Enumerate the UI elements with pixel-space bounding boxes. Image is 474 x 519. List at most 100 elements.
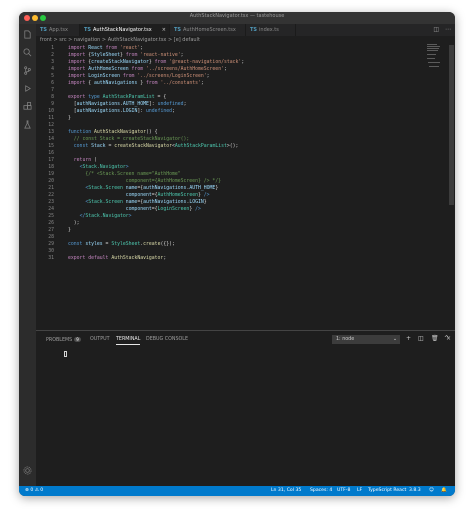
close-panel-icon[interactable]: × (446, 335, 451, 342)
line-number: 17 (48, 158, 54, 163)
typescript-icon: TS (250, 27, 258, 33)
cursor-position[interactable]: Ln 31, Col 35 (271, 486, 301, 496)
search-icon[interactable] (23, 48, 32, 57)
line-number: 25 (48, 214, 54, 219)
terminal-cursor (64, 351, 67, 357)
code-line[interactable]: import React from 'react'; (68, 45, 143, 52)
title-bar: AuthStackNavigator.tsx — tastehouse (19, 12, 455, 24)
code-line[interactable]: export default AuthStackNavigator; (68, 255, 166, 262)
code-line[interactable]: component={AuthHomeScreen} /> */} (68, 178, 221, 185)
kill-terminal-icon[interactable]: 🗑 (431, 335, 439, 342)
minimap[interactable] (427, 42, 443, 72)
code-editor[interactable]: 1 import React from 'react'; 2 import {Sty… (36, 45, 431, 325)
language-mode[interactable]: TypeScript React (368, 486, 406, 496)
line-number: 4 (51, 67, 54, 72)
feedback-icon[interactable]: ☺ (429, 486, 434, 496)
tab-label: AuthHomeScreen.tsx (183, 27, 236, 33)
code-line[interactable]: component={AuthHomeScreen} /> (68, 192, 210, 199)
activity-bar (19, 24, 36, 486)
code-line[interactable]: const styles = StyleSheet.create({}); (68, 241, 175, 248)
tab-terminal[interactable]: TERMINAL (116, 337, 141, 345)
problems-count-badge: 9 (74, 337, 81, 342)
settings-gear-icon[interactable] (23, 466, 32, 475)
tab-problems[interactable]: PROBLEMS 9 (46, 337, 81, 343)
editor-actions: ◫ ⋯ (433, 24, 451, 36)
editor-tabs: TS App.tsx TS AuthStackNavigator.tsx × TS A… (36, 24, 455, 36)
indentation[interactable]: Spaces: 4 (310, 486, 332, 496)
breadcrumb[interactable]: front > src > navigation > AuthStackNavi… (36, 36, 455, 44)
code-line[interactable]: <Stack.Navigator> (68, 164, 129, 171)
line-number: 6 (51, 81, 54, 86)
line-number: 18 (48, 165, 54, 170)
code-line[interactable]: function AuthStackNavigator() { (68, 129, 158, 136)
close-tab-icon[interactable]: × (162, 24, 166, 36)
code-line[interactable]: import {createStackNavigator} from '@rea… (68, 59, 244, 66)
line-number: 20 (48, 179, 54, 184)
code-line[interactable]: {/* <Stack.Screen name="AuthHome" (68, 171, 180, 178)
warning-count: 0 (40, 488, 44, 493)
extensions-icon[interactable] (23, 102, 32, 111)
line-number: 24 (48, 207, 54, 212)
line-number: 11 (48, 116, 54, 121)
line-number: 10 (48, 109, 54, 114)
line-number: 23 (48, 200, 54, 205)
code-line[interactable]: import AuthHomeScreen from '../screens/A… (68, 66, 227, 73)
more-actions-icon[interactable]: ⋯ (445, 26, 451, 33)
tab-authstacknavigator-tsx[interactable]: TS AuthStackNavigator.tsx × (80, 24, 170, 36)
tab-debug-console[interactable]: DEBUG CONSOLE (146, 337, 188, 342)
line-number: 3 (51, 60, 54, 65)
code-line[interactable]: const Stack = createStackNavigator<AuthS… (68, 143, 239, 150)
tab-label: PROBLEMS (46, 338, 73, 343)
code-line[interactable]: import { authNavigations } from '../cons… (68, 80, 204, 87)
line-number: 5 (51, 74, 54, 79)
line-number: 27 (48, 228, 54, 233)
code-line[interactable]: import LoginScreen from '../screens/Logi… (68, 73, 210, 80)
line-number: 2 (51, 53, 54, 58)
tab-index-ts[interactable]: TS index.ts (246, 24, 296, 36)
code-line[interactable]: <Stack.Screen name={authNavigations.AUTH… (68, 185, 218, 192)
tab-authhomescreen-tsx[interactable]: TS AuthHomeScreen.tsx (170, 24, 246, 36)
code-line[interactable]: // const Stack = createStackNavigator(); (68, 136, 190, 143)
line-number: 8 (51, 95, 54, 100)
typescript-icon: TS (174, 27, 182, 33)
line-number: 22 (48, 193, 54, 198)
line-number: 21 (48, 186, 54, 191)
end-of-line[interactable]: LF (357, 486, 362, 496)
code-line[interactable]: [authNavigations.LOGIN]: undefined; (68, 108, 175, 115)
code-line[interactable]: } (68, 115, 71, 122)
typescript-icon: TS (84, 27, 92, 33)
line-number: 12 (48, 123, 54, 128)
tab-label: index.ts (259, 27, 279, 33)
testing-flask-icon[interactable] (23, 120, 32, 129)
line-number: 15 (48, 144, 54, 149)
editor-scrollbar[interactable] (449, 45, 454, 205)
line-number: 14 (48, 137, 54, 142)
error-count: 0 (30, 488, 34, 493)
code-line[interactable]: component={LoginScreen} /> (68, 206, 201, 213)
code-line[interactable]: } (68, 227, 71, 234)
split-terminal-icon[interactable]: ◫ (418, 335, 424, 342)
tab-output[interactable]: OUTPUT (90, 337, 110, 342)
typescript-version[interactable]: 3.8.3 (409, 486, 421, 496)
source-control-icon[interactable] (23, 66, 32, 75)
run-debug-icon[interactable] (23, 84, 32, 93)
notifications-bell-icon[interactable]: 🔔 (441, 486, 447, 496)
line-number: 26 (48, 221, 54, 226)
chevron-down-icon: ⌄ (392, 337, 397, 342)
code-line[interactable]: import {StyleSheet} from 'react-native'; (68, 52, 184, 59)
encoding[interactable]: UTF-8 (337, 486, 350, 496)
code-line[interactable]: return ( (68, 157, 97, 164)
split-editor-icon[interactable]: ◫ (433, 26, 439, 33)
tab-app-tsx[interactable]: TS App.tsx (36, 24, 80, 36)
code-line[interactable]: [authNavigations.AUTH_HOME]: undefined; (68, 101, 187, 108)
code-line[interactable]: ); (68, 220, 80, 227)
line-number: 16 (48, 151, 54, 156)
code-line[interactable]: </Stack.Navigator> (68, 213, 132, 220)
line-number: 19 (48, 172, 54, 177)
new-terminal-icon[interactable]: + (406, 335, 411, 342)
code-line[interactable]: export type AuthStackParamList = { (68, 94, 166, 101)
terminal-select[interactable]: 1: node ⌄ (332, 335, 400, 344)
code-line[interactable]: <Stack.Screen name={authNavigations.LOGI… (68, 199, 206, 206)
explorer-icon[interactable] (23, 30, 32, 39)
problems-status[interactable]: ⊗ 0 ⚠ 0 (25, 486, 43, 496)
